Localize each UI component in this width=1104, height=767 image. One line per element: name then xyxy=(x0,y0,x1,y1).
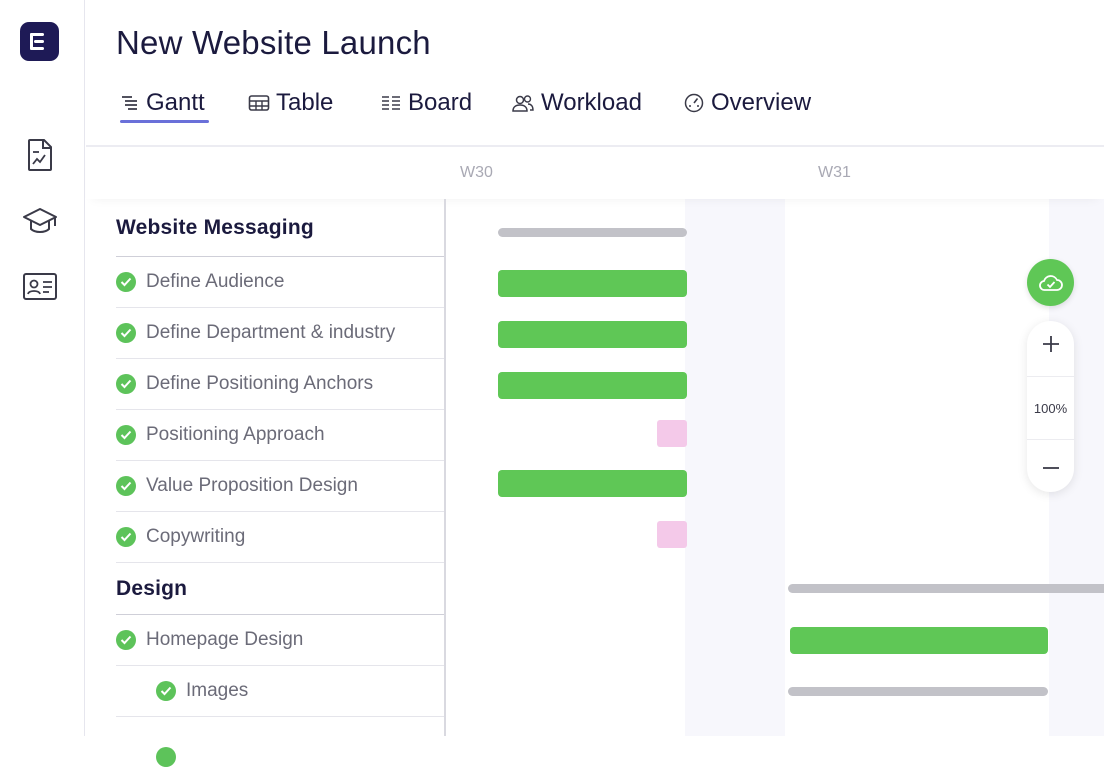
summary-bar[interactable] xyxy=(788,687,1048,696)
page-title: New Website Launch xyxy=(116,24,431,61)
check-icon[interactable] xyxy=(156,681,176,701)
check-icon[interactable] xyxy=(116,374,136,394)
left-rail xyxy=(0,0,85,736)
task-bar[interactable] xyxy=(790,627,1048,654)
gantt-icon xyxy=(122,96,137,110)
report-icon[interactable] xyxy=(22,138,58,172)
task-row[interactable]: Define Department & industry xyxy=(116,308,444,359)
graduation-cap-icon[interactable] xyxy=(22,205,58,239)
task-name: Value Proposition Design xyxy=(146,475,358,496)
task-name: Copywriting xyxy=(146,526,246,547)
check-icon[interactable] xyxy=(116,630,136,650)
group-row[interactable]: Design xyxy=(116,563,444,615)
task-row[interactable]: Copywriting xyxy=(116,512,444,563)
task-name: Define Positioning Anchors xyxy=(146,373,374,394)
milestone-bar[interactable] xyxy=(657,420,687,447)
task-name: Positioning Approach xyxy=(146,424,325,445)
task-row[interactable]: Define Audience xyxy=(116,257,444,308)
table-icon xyxy=(248,95,270,111)
zoom-controls: 100% xyxy=(1027,321,1074,492)
task-bar[interactable] xyxy=(498,321,687,348)
task-name: Define Audience xyxy=(146,271,285,292)
tab-table[interactable]: Table xyxy=(248,84,333,122)
week-header: W30 W31 xyxy=(86,147,1104,199)
week-shade xyxy=(685,199,785,736)
milestone-bar[interactable] xyxy=(657,521,687,548)
zoom-level: 100% xyxy=(1027,376,1074,440)
group-name: Design xyxy=(116,576,188,600)
task-bar[interactable] xyxy=(498,470,687,497)
task-name: Define Department & industry xyxy=(146,322,396,343)
group-row[interactable]: Website Messaging xyxy=(116,199,444,257)
task-row[interactable]: Define Positioning Anchors xyxy=(116,359,444,410)
task-bar[interactable] xyxy=(498,270,687,297)
check-icon[interactable] xyxy=(116,323,136,343)
users-icon xyxy=(512,95,534,112)
check-icon[interactable] xyxy=(116,527,136,547)
zoom-out-button[interactable] xyxy=(1027,445,1074,491)
tab-workload[interactable]: Workload xyxy=(511,84,642,122)
task-row[interactable]: Homepage Design xyxy=(116,615,444,666)
check-icon[interactable] xyxy=(116,476,136,496)
task-name: Images xyxy=(186,680,249,701)
task-bar[interactable] xyxy=(498,372,687,399)
task-row[interactable]: Value Proposition Design xyxy=(116,461,444,512)
logo-icon[interactable] xyxy=(20,22,59,61)
list-divider[interactable] xyxy=(444,199,446,736)
check-icon[interactable] xyxy=(116,272,136,292)
zoom-in-button[interactable] xyxy=(1027,321,1074,367)
task-row[interactable]: Positioning Approach xyxy=(116,410,444,461)
plus-icon xyxy=(1042,336,1059,352)
tab-label: Overview xyxy=(711,89,812,116)
subtask-row[interactable]: Images xyxy=(116,666,444,717)
tab-overview[interactable]: Overview xyxy=(683,84,811,122)
subtask-row[interactable] xyxy=(116,717,444,767)
tab-label: Board xyxy=(408,89,473,116)
tab-label: Gantt xyxy=(146,89,205,116)
check-icon[interactable] xyxy=(156,747,176,767)
tab-label: Table xyxy=(276,89,334,116)
save-status-button[interactable] xyxy=(1027,259,1074,306)
tab-board[interactable]: Board xyxy=(380,84,472,122)
board-icon xyxy=(382,96,400,110)
tab-gantt[interactable]: Gantt xyxy=(120,84,209,123)
tab-label: Workload xyxy=(541,89,642,116)
minus-icon xyxy=(1042,467,1059,469)
contact-card-icon[interactable] xyxy=(22,270,58,304)
gauge-icon xyxy=(684,93,704,113)
task-name: Homepage Design xyxy=(146,629,304,650)
summary-bar[interactable] xyxy=(788,584,1104,593)
check-icon[interactable] xyxy=(116,425,136,445)
summary-bar[interactable] xyxy=(498,228,687,237)
week-label: W31 xyxy=(818,164,851,181)
group-name: Website Messaging xyxy=(116,215,314,239)
week-label: W30 xyxy=(460,164,493,181)
cloud-check-icon xyxy=(1038,274,1063,291)
